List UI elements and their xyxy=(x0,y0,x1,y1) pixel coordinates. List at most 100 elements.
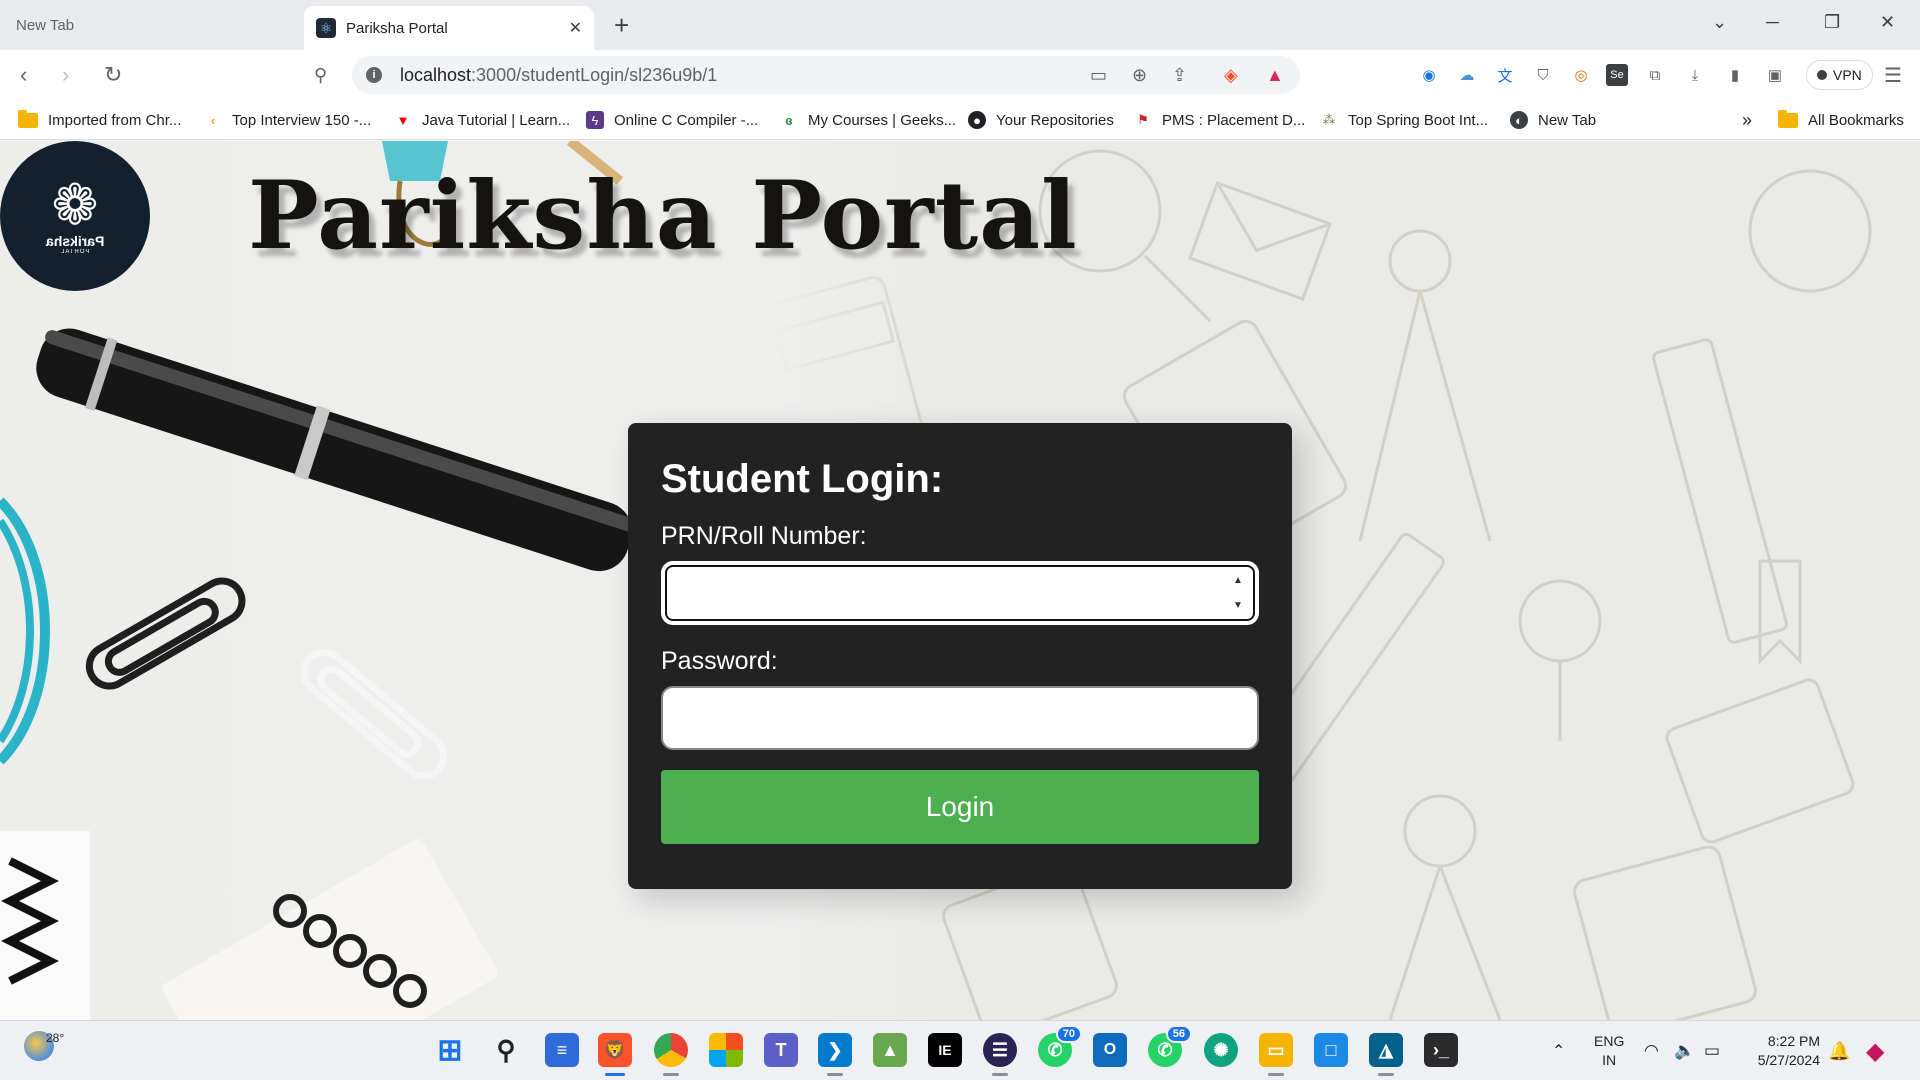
brave-rewards-icon[interactable]: ▲ xyxy=(1266,65,1284,86)
bookmark-label: New Tab xyxy=(1538,111,1597,129)
extension-translate-icon[interactable]: 文 xyxy=(1494,64,1516,86)
bookmark-label: Java Tutorial | Learn... xyxy=(422,111,571,129)
logo-subtext: PORTAL xyxy=(60,249,90,255)
file-explorer-icon[interactable]: ▭ xyxy=(1259,1033,1293,1076)
wallet-icon[interactable]: ▣ xyxy=(1764,64,1786,86)
page-viewport: ❁ Pariksha PORTAL Pariksha Portal Studen… xyxy=(0,141,1920,1020)
chatgpt-icon[interactable]: ✺ xyxy=(1204,1033,1238,1067)
password-input[interactable] xyxy=(661,686,1259,750)
extension-record-icon[interactable]: ◎ xyxy=(1570,64,1592,86)
javatpoint-icon: ▼ xyxy=(396,112,410,128)
running-indicator xyxy=(992,1073,1008,1076)
password-label: Password: xyxy=(661,647,778,675)
address-bar[interactable]: i localhost:3000/studentLogin/sl236u9b/1… xyxy=(352,56,1300,94)
pariksha-portal-logo[interactable]: ❁ Pariksha PORTAL xyxy=(0,141,150,291)
url-host: localhost xyxy=(400,64,472,85)
battery-icon[interactable]: ▭ xyxy=(1704,1021,1720,1080)
folder-icon xyxy=(18,109,38,128)
close-tab-icon[interactable]: ✕ xyxy=(569,18,582,38)
logo-text: Pariksha xyxy=(45,233,105,249)
extension-shield-icon[interactable]: ⛉ xyxy=(1532,64,1554,86)
site-info-icon[interactable]: i xyxy=(366,67,382,83)
bookmark-new-tab[interactable]: ◐ New Tab xyxy=(1510,100,1596,140)
reload-icon[interactable]: ↻ xyxy=(104,60,122,90)
mysql-workbench-icon[interactable]: ◮ xyxy=(1369,1033,1403,1076)
spinner-down-icon[interactable]: ▼ xyxy=(1233,600,1243,611)
terminal-icon[interactable]: ›_ xyxy=(1424,1033,1458,1067)
bookmark-top-interview[interactable]: ‹ Top Interview 150 -... xyxy=(204,100,371,140)
microsoft-office-icon[interactable] xyxy=(709,1033,743,1067)
cast-icon[interactable]: ▭ xyxy=(1090,65,1107,86)
whatsapp-icon[interactable]: ✆ 70 xyxy=(1038,1025,1082,1067)
close-window-icon[interactable]: ✕ xyxy=(1880,12,1895,33)
all-bookmarks-button[interactable]: All Bookmarks xyxy=(1778,100,1904,140)
globe-icon: ◐ xyxy=(1510,111,1528,129)
share-icon[interactable]: ⇪ xyxy=(1172,65,1187,86)
bookmarks-overflow-button[interactable]: » xyxy=(1742,100,1752,140)
volume-icon[interactable]: 🔈 xyxy=(1674,1021,1695,1080)
bookmark-my-courses[interactable]: ɞ My Courses | Geeks... xyxy=(780,100,956,140)
chrome-icon[interactable] xyxy=(654,1033,688,1076)
bookmark-spring-boot[interactable]: ⁂ Top Spring Boot Int... xyxy=(1320,100,1489,140)
vpn-button[interactable]: VPN xyxy=(1806,60,1873,90)
bookmark-page-icon[interactable]: ⚲ xyxy=(314,60,327,90)
search-icon[interactable]: ⚲ xyxy=(489,1033,523,1067)
vscode-icon[interactable]: ❯ xyxy=(818,1033,852,1076)
download-icon[interactable]: ⤓ xyxy=(1684,64,1706,86)
lotus-mandala-icon: ❁ xyxy=(51,173,99,236)
site-title: Pariksha Portal xyxy=(248,161,1078,271)
copilot-icon[interactable]: ◆ xyxy=(1866,1021,1884,1080)
restore-icon[interactable]: ❐ xyxy=(1824,12,1840,33)
outlook-icon[interactable]: O xyxy=(1093,1033,1127,1067)
bookmark-label: My Courses | Geeks... xyxy=(808,111,957,129)
weather-widget[interactable]: 28° xyxy=(24,1031,64,1061)
bookmark-your-repositories[interactable]: ● Your Repositories xyxy=(968,100,1114,140)
window-app-icon[interactable]: □ xyxy=(1314,1033,1348,1067)
eclipse-icon[interactable]: ☰ xyxy=(983,1033,1017,1076)
prn-roll-number-input[interactable] xyxy=(661,561,1259,625)
language-indicator[interactable]: ENG IN xyxy=(1594,1032,1624,1070)
forward-icon[interactable]: › xyxy=(62,60,69,90)
image-viewer-icon[interactable]: ▲ xyxy=(873,1033,907,1067)
number-spinner[interactable]: ▲ ▼ xyxy=(1231,575,1245,611)
zoom-icon[interactable]: ⊕ xyxy=(1132,65,1147,86)
notifications-bell-icon[interactable]: 🔔 xyxy=(1828,1021,1850,1080)
bookmark-online-c-compiler[interactable]: ϟ Online C Compiler -... xyxy=(586,100,758,140)
intellij-icon[interactable]: IE xyxy=(928,1033,962,1067)
brave-browser-icon[interactable]: 🦁 xyxy=(598,1033,632,1076)
spinner-up-icon[interactable]: ▲ xyxy=(1233,575,1243,586)
back-icon[interactable]: ‹ xyxy=(20,60,27,90)
running-indicator xyxy=(1378,1073,1394,1076)
sidebar-icon[interactable]: ▮ xyxy=(1724,64,1746,86)
clock-time: 8:22 PM xyxy=(1767,1033,1820,1049)
url-text[interactable]: localhost:3000/studentLogin/sl236u9b/1 xyxy=(400,65,717,86)
brave-shields-icon[interactable]: ◈ xyxy=(1224,65,1238,86)
tab-new-tab[interactable]: New Tab xyxy=(0,6,296,44)
wifi-icon[interactable]: ◠ xyxy=(1644,1021,1659,1080)
extensions-puzzle-icon[interactable]: ⧉ xyxy=(1644,64,1666,86)
extension-audio-icon[interactable]: ◉ xyxy=(1418,64,1440,86)
system-clock[interactable]: 8:22 PM 5/27/2024 xyxy=(1744,1032,1820,1070)
bookmarks-bar: Imported from Chr... ‹ Top Interview 150… xyxy=(0,100,1920,140)
clock-date: 5/27/2024 xyxy=(1757,1052,1820,1068)
extension-cloud-icon[interactable]: ☁ xyxy=(1456,64,1478,86)
login-button[interactable]: Login xyxy=(661,770,1259,844)
show-hidden-icons-chevron-icon[interactable]: ⌃ xyxy=(1552,1021,1565,1080)
extension-selenium-icon[interactable]: Se xyxy=(1606,64,1628,86)
bookmark-pms[interactable]: ⚑ PMS : Placement D... xyxy=(1134,100,1305,140)
tab-search-chevron-icon[interactable]: ⌄ xyxy=(1712,12,1727,33)
tab-pariksha-portal[interactable]: ⚛ Pariksha Portal ✕ xyxy=(304,6,594,50)
new-tab-button[interactable]: + xyxy=(614,10,629,40)
bookmark-java-tutorial[interactable]: ▼ Java Tutorial | Learn... xyxy=(394,100,571,140)
teams-icon[interactable]: T xyxy=(764,1033,798,1067)
notepad-icon[interactable]: ≡ xyxy=(545,1033,579,1067)
bookmark-label: PMS : Placement D... xyxy=(1162,111,1306,129)
whatsapp-beta-icon[interactable]: ✆ 56 xyxy=(1148,1025,1192,1067)
windows-start-icon[interactable]: ⊞ xyxy=(433,1033,467,1067)
menu-icon[interactable]: ☰ xyxy=(1882,64,1904,87)
browser-tab-strip: New Tab ⚛ Pariksha Portal ✕ + ⌄ ─ ❐ ✕ xyxy=(0,0,1920,50)
compiler-icon: ϟ xyxy=(586,111,604,129)
minimize-icon[interactable]: ─ xyxy=(1766,12,1779,33)
bookmark-imported[interactable]: Imported from Chr... xyxy=(18,100,181,140)
bookmark-label: Top Interview 150 -... xyxy=(232,111,372,129)
